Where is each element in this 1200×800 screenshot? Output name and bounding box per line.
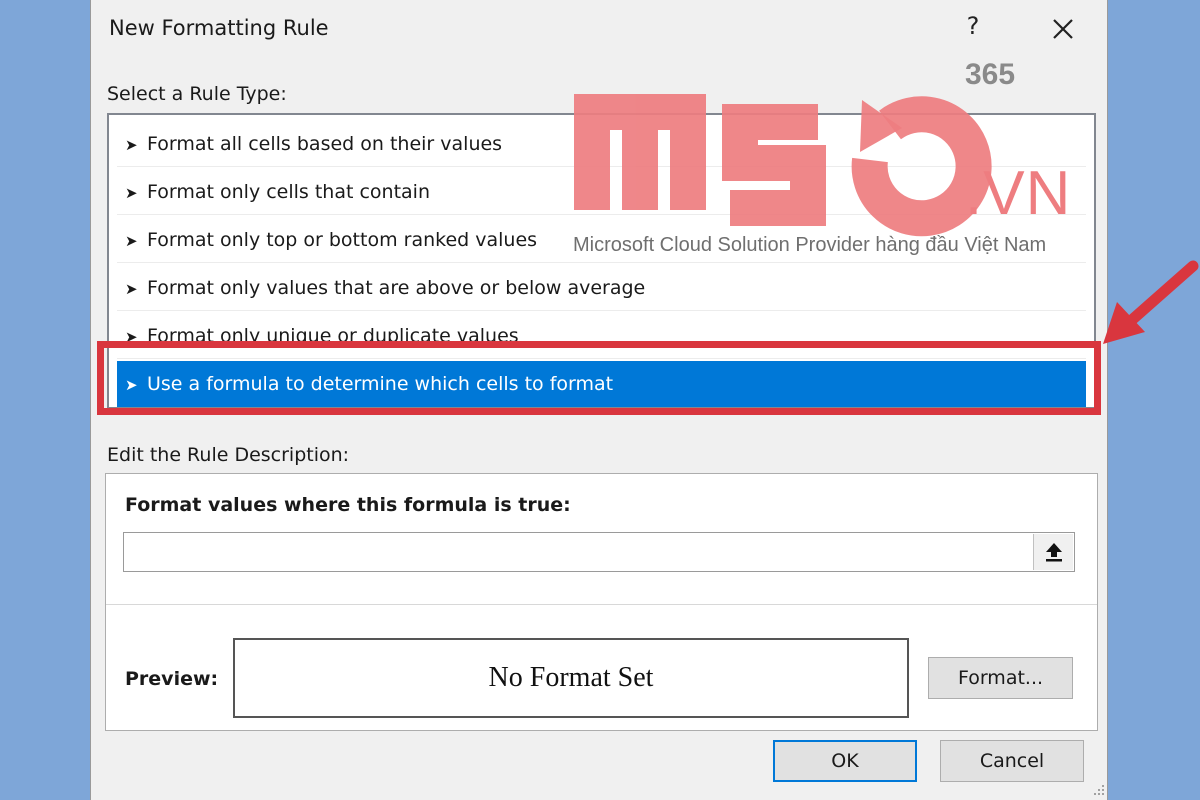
bullet-icon: ➤	[125, 280, 138, 298]
rule-type-item[interactable]: ➤ Format only values that are above or be…	[117, 265, 1086, 311]
rule-type-item-label: Format all cells based on their values	[147, 133, 503, 155]
preview-text: No Format Set	[488, 662, 654, 693]
format-button[interactable]: Format...	[928, 657, 1073, 699]
watermark-tagline: Microsoft Cloud Solution Provider hàng đ…	[573, 234, 1047, 256]
preview-box: No Format Set	[233, 638, 909, 718]
close-button[interactable]	[1046, 8, 1080, 46]
close-icon	[1053, 19, 1073, 39]
upload-arrow-icon	[1045, 543, 1062, 562]
preview-label: Preview:	[125, 668, 219, 690]
pointer-arrow-icon	[1103, 260, 1199, 344]
ok-button[interactable]: OK	[773, 740, 917, 782]
rule-type-item-label: Format only top or bottom ranked values	[147, 229, 538, 251]
watermark-domain: .VN	[965, 159, 1072, 228]
rule-description-label: Edit the Rule Description:	[107, 444, 350, 466]
divider	[106, 604, 1097, 605]
bullet-icon: ➤	[125, 184, 138, 202]
resize-grip-icon[interactable]	[1093, 784, 1105, 796]
rule-type-item[interactable]: ➤ Format all cells based on their values	[117, 121, 1086, 167]
formula-label: Format values where this formula is true…	[125, 494, 571, 516]
selection-highlight-frame	[97, 341, 1101, 415]
bullet-icon: ➤	[125, 232, 138, 250]
rule-type-item-label: Format only cells that contain	[147, 181, 431, 203]
dialog-title: New Formatting Rule	[109, 16, 329, 40]
help-button[interactable]: ?	[959, 12, 987, 40]
collapse-dialog-button[interactable]	[1033, 534, 1073, 570]
rule-type-item-label: Format only values that are above or bel…	[147, 277, 646, 299]
formula-input[interactable]	[123, 532, 1075, 572]
cancel-button[interactable]: Cancel	[940, 740, 1084, 782]
rule-description-panel: Format values where this formula is true…	[105, 473, 1098, 731]
watermark-365: 365	[965, 58, 1016, 91]
bullet-icon: ➤	[125, 136, 138, 154]
rule-type-item[interactable]: ➤ Format only cells that contain	[117, 169, 1086, 215]
rule-type-label: Select a Rule Type:	[107, 83, 287, 105]
